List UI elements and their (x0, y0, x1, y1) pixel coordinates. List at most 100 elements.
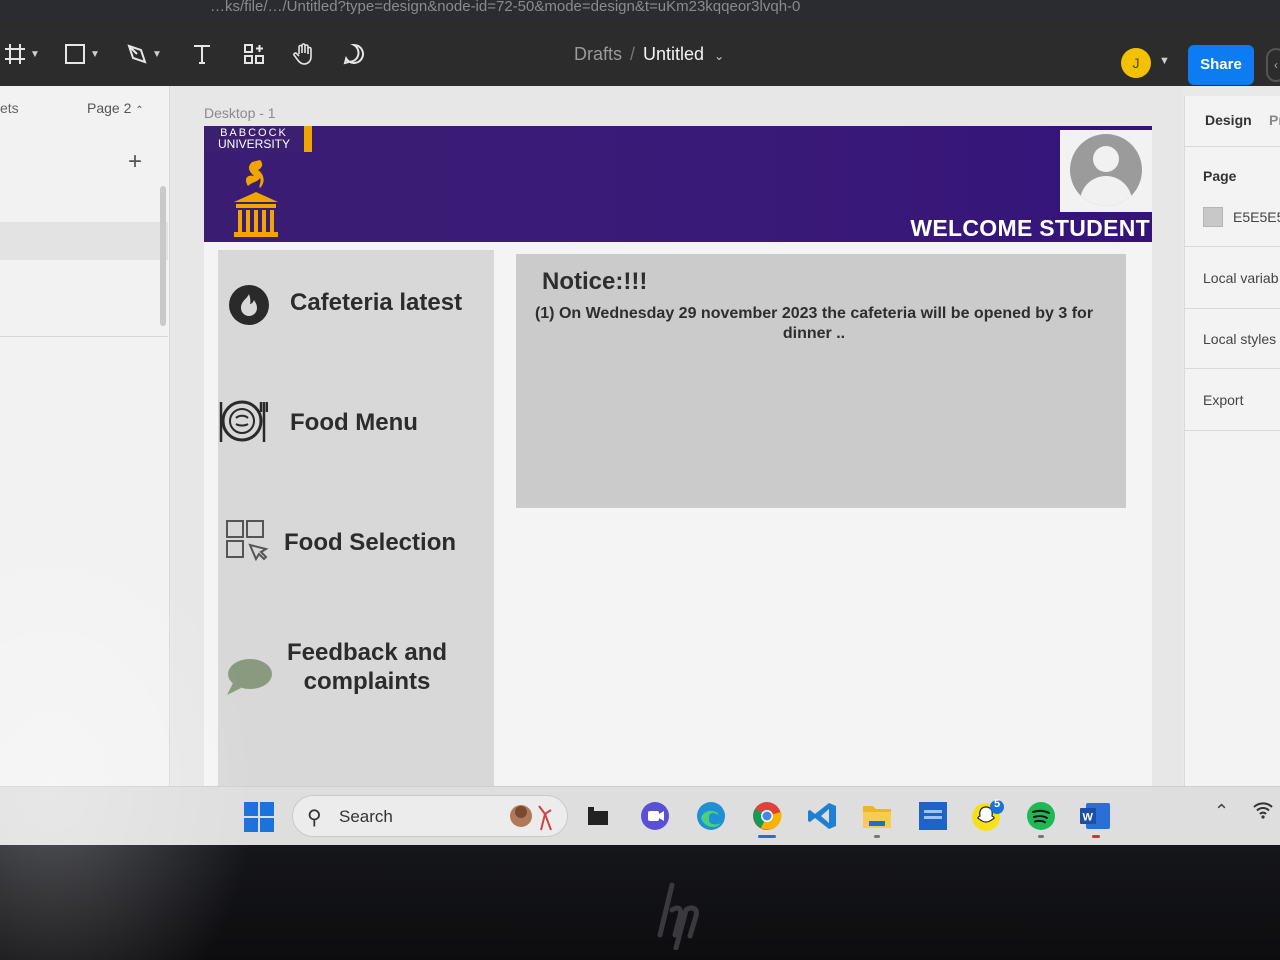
nav-item-feedback[interactable]: Feedback and complaints (218, 630, 494, 760)
divider (1185, 308, 1280, 309)
navigation-sidebar: Cafeteria latest Food Menu Food Selectio… (218, 250, 494, 786)
text-tool[interactable] (184, 38, 220, 70)
hand-tool[interactable] (286, 38, 322, 70)
tab-design[interactable]: Design (1205, 112, 1252, 128)
user-icon (1070, 134, 1142, 206)
breadcrumb-drafts[interactable]: Drafts (574, 44, 622, 64)
divider (1185, 146, 1280, 147)
logo-text: BABCOCK UNIVERSITY (204, 126, 304, 152)
comment-icon (343, 43, 364, 65)
nav-item-cafeteria-latest[interactable]: Cafeteria latest (218, 250, 494, 360)
snapchat-icon[interactable]: 5 (970, 798, 1004, 833)
profile-avatar[interactable] (1060, 130, 1152, 212)
figma-toolbar: ▼ ▼ ▼ Drafts / Untitled ⌄ J ▼ Share ‹ (0, 22, 1280, 86)
welcome-heading: WELCOME STUDENT (910, 215, 1150, 241)
components-icon (244, 44, 264, 64)
pen-icon (127, 44, 147, 64)
chevron-down-icon[interactable]: ▼ (1159, 55, 1170, 67)
file-name[interactable]: Untitled (643, 44, 704, 64)
nav-item-label: Cafeteria latest (290, 289, 463, 316)
plate-utensils-icon (218, 396, 268, 446)
windows-taskbar: ⚲ Search 5 W ⌃ (0, 786, 1280, 845)
chevron-down-icon[interactable]: ⌄ (714, 49, 724, 63)
add-page-button[interactable]: + (128, 148, 142, 176)
frame-tool[interactable]: ▼ (4, 38, 40, 70)
nav-item-label: Feedback and complaints (284, 638, 450, 696)
rectangle-icon (65, 44, 86, 64)
share-button[interactable]: Share (1188, 45, 1254, 85)
export-section[interactable]: Export (1203, 392, 1243, 408)
vscode-icon[interactable] (806, 799, 840, 833)
word-icon[interactable]: W (1078, 799, 1112, 833)
prime-video-icon[interactable] (916, 799, 950, 833)
chevron-up-icon: ⌃ (135, 105, 144, 116)
resources-tool[interactable] (236, 38, 272, 70)
comment-tool[interactable] (336, 38, 372, 70)
taskbar-search[interactable]: ⚲ Search (292, 795, 568, 837)
search-icon: ⚲ (307, 807, 322, 829)
local-styles-link[interactable]: Local styles (1203, 331, 1276, 347)
layers-panel: ets Page 2 ⌃ + (0, 86, 170, 786)
page-list-item[interactable] (0, 222, 168, 260)
local-variables-link[interactable]: Local variab (1203, 270, 1279, 286)
notice-card: Notice:!!! (1) On Wednesday 29 november … (516, 254, 1126, 508)
page-name: Page 2 (87, 100, 132, 116)
tab-prototype[interactable]: Pr (1269, 112, 1280, 128)
collapse-icon[interactable]: ‹ (1266, 48, 1280, 82)
assets-tab[interactable]: ets (0, 100, 19, 116)
notification-badge: 5 (994, 798, 1001, 810)
chevron-up-icon[interactable]: ⌃ (1214, 801, 1229, 822)
active-app-indicator (758, 835, 776, 838)
user-avatar[interactable]: J (1121, 48, 1151, 78)
page-section-label: Page (1203, 168, 1237, 184)
notice-title: Notice:!!! (542, 268, 648, 295)
frame-label[interactable]: Desktop - 1 (204, 105, 276, 121)
speech-bubble-icon (224, 652, 274, 702)
spotify-icon[interactable] (1024, 799, 1058, 833)
divider (1185, 430, 1280, 431)
rectangle-tool[interactable]: ▼ (64, 38, 100, 70)
properties-panel: Design Pr Page E5E5E5 Local variab Local… (1184, 96, 1280, 786)
task-view-icon[interactable] (580, 799, 614, 833)
logo-line-2: UNIVERSITY (217, 137, 290, 151)
hand-icon (293, 43, 312, 65)
page-color-value[interactable]: E5E5E5 (1233, 209, 1280, 225)
file-explorer-icon[interactable] (860, 799, 894, 833)
frame-icon (5, 44, 26, 64)
page-color-swatch[interactable] (1203, 207, 1223, 227)
nav-item-food-selection[interactable]: Food Selection (218, 490, 494, 600)
nav-item-food-menu[interactable]: Food Menu (218, 370, 494, 480)
svg-text:W: W (1083, 812, 1094, 824)
nav-item-label: Food Selection (284, 529, 457, 556)
flame-icon (224, 278, 274, 328)
divider (1185, 368, 1280, 369)
university-logo: BABCOCK UNIVERSITY (204, 126, 312, 238)
search-highlight-icon (510, 805, 552, 831)
nav-item-label: Food Menu (290, 409, 418, 436)
wifi-icon[interactable] (1252, 799, 1274, 821)
url-text: …ks/file/…/Untitled?type=design&node-id=… (210, 0, 801, 15)
selection-icon (222, 516, 272, 566)
desktop-frame[interactable]: BABCOCK UNIVERSITY WELCOME STUDENT Cafet… (204, 126, 1152, 786)
screen: …ks/file/…/Untitled?type=design&node-id=… (0, 0, 1280, 845)
text-icon (194, 45, 210, 64)
nav-item-label-line-2: complaints (303, 668, 431, 695)
teams-chat-icon[interactable] (638, 799, 672, 833)
page-selector[interactable]: Page 2 ⌃ (87, 100, 144, 116)
scrollbar[interactable] (160, 186, 166, 326)
browser-url-bar[interactable]: …ks/file/…/Untitled?type=design&node-id=… (0, 0, 1280, 22)
windows-start-icon[interactable] (244, 802, 274, 832)
search-placeholder: Search (339, 807, 393, 826)
running-app-indicator (874, 835, 880, 838)
logo-accent (304, 126, 312, 152)
running-app-indicator (1038, 835, 1044, 838)
breadcrumb-separator: / (630, 44, 636, 64)
edge-browser-icon[interactable] (694, 799, 728, 833)
running-app-indicator (1092, 835, 1100, 838)
chevron-down-icon: ▼ (30, 48, 40, 60)
pen-tool[interactable]: ▼ (126, 38, 162, 70)
divider (0, 336, 168, 337)
hp-logo-icon (657, 882, 699, 950)
chrome-browser-icon[interactable] (750, 799, 784, 833)
chevron-down-icon: ▼ (90, 48, 100, 60)
